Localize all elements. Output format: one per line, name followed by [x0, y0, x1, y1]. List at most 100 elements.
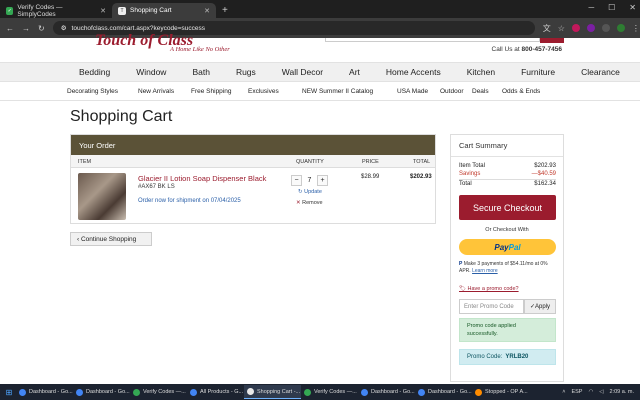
taskbar-item[interactable]: Dashboard - Go... [73, 385, 130, 399]
extension-icon[interactable] [601, 24, 610, 32]
menu-icon[interactable]: ⋮ [632, 24, 640, 33]
taskbar-item-label: Dashboard - Go... [29, 389, 73, 395]
product-image[interactable] [78, 173, 126, 220]
subnav-item[interactable]: Odds & Ends [502, 88, 540, 95]
call-us: Call Us at 800-457-7456 [491, 46, 562, 53]
simplycodes-favicon-icon: ✓ [6, 6, 14, 15]
nav-item[interactable]: Window [136, 67, 166, 77]
apply-button[interactable]: ✓ Apply [524, 299, 556, 314]
tab-close-icon[interactable]: ✕ [204, 7, 210, 15]
column-header-total: TOTAL [413, 159, 431, 165]
tag-icon: 🏷 [459, 286, 466, 292]
subnav-item[interactable]: USA Made [397, 88, 428, 95]
phone-number: 800-457-7456 [521, 46, 562, 53]
bookmark-star-icon[interactable]: ☆ [558, 24, 565, 33]
taskbar-item[interactable]: Stopped - OP A... [472, 385, 529, 399]
nav-item[interactable]: Furniture [521, 67, 555, 77]
subnav-item[interactable]: Outdoor [440, 88, 464, 95]
extension-icon[interactable] [586, 24, 595, 32]
unit-price: $28.99 [361, 174, 380, 180]
taskbar-item[interactable]: Verify Codes —... [130, 385, 187, 399]
nav-item[interactable]: Wall Decor [282, 67, 323, 77]
subnav-item[interactable]: Decorating Styles [67, 88, 118, 95]
item-total-value: $202.93 [534, 163, 556, 169]
taskbar-item-label: Shopping Cart -... [257, 388, 301, 395]
speaker-icon[interactable]: ◁ [599, 389, 603, 395]
profile-avatar-icon[interactable] [616, 24, 625, 32]
learn-more-link[interactable]: Learn more [472, 268, 498, 274]
update-label: Update [304, 189, 322, 195]
chrome-icon [76, 388, 83, 396]
forward-icon[interactable]: → [22, 24, 30, 33]
nav-item[interactable]: Clearance [581, 67, 620, 77]
browser-tab-bar: ✓ Verify Codes — SimplyCodes ✕ T Shoppin… [0, 0, 640, 18]
total-label: Total [459, 181, 472, 187]
divider [451, 156, 563, 157]
taskbar-item[interactable]: Dashboard - Go... [358, 385, 415, 399]
main-nav: Bedding Window Bath Rugs Wall Decor Art … [0, 62, 640, 82]
subnav-item[interactable]: Deals [472, 88, 489, 95]
close-window-icon[interactable]: ✕ [629, 3, 636, 12]
quantity-decrease-button[interactable]: − [291, 175, 302, 186]
product-sku: #AX67 BK LS [138, 184, 175, 190]
chrome-icon [247, 388, 254, 395]
nav-item[interactable]: Home Accents [386, 67, 441, 77]
paypal-logo-icon: P [459, 261, 463, 267]
site-info-icon[interactable]: ⚙ [61, 24, 67, 32]
savings-label: Savings [459, 171, 481, 177]
taskbar-item[interactable]: Verify Codes —... [301, 385, 358, 399]
wifi-icon[interactable]: ◠ [588, 389, 593, 395]
taskbar-item-label: Dashboard - Go... [86, 389, 130, 395]
system-tray: ˄ ESP ◠ ◁ 2:09 a. m. [562, 389, 640, 395]
windows-start-icon[interactable]: ⊞ [2, 385, 16, 399]
chevron-up-icon[interactable]: ˄ [562, 389, 565, 395]
site-search-input[interactable] [325, 38, 540, 42]
back-icon[interactable]: ← [6, 24, 14, 33]
tab-close-icon[interactable]: ✕ [100, 7, 106, 15]
paypal-installments-note: P Make 3 payments of $54.11/mo at 0% APR… [459, 261, 559, 275]
nav-item[interactable]: Art [349, 67, 360, 77]
site-search-button[interactable] [540, 38, 564, 43]
clock[interactable]: 2:09 a. m. [610, 389, 634, 395]
taskbar-item[interactable]: Dashboard - Go... [415, 385, 472, 399]
nav-item[interactable]: Kitchen [467, 67, 495, 77]
nav-item[interactable]: Bedding [79, 67, 110, 77]
chrome-icon [19, 388, 26, 396]
paypal-button[interactable]: Pay Pal [459, 239, 556, 255]
update-link[interactable]: ↻ Update [298, 189, 322, 195]
extension-icon[interactable] [571, 24, 580, 32]
continue-shopping-button[interactable]: ‹ Continue Shopping [70, 232, 152, 246]
taskbar-item[interactable]: All Products - G... [187, 385, 244, 399]
subnav-item[interactable]: New Arrivals [138, 88, 174, 95]
language-indicator[interactable]: ESP [571, 389, 582, 395]
quantity-input[interactable]: 7 [304, 175, 315, 186]
minimize-icon[interactable]: ─ [588, 3, 594, 12]
subnav-item[interactable]: NEW Summer II Catalog [302, 88, 373, 95]
browser-tab-verify-codes[interactable]: ✓ Verify Codes — SimplyCodes ✕ [0, 3, 112, 18]
new-tab-button[interactable]: + [222, 3, 228, 18]
maximize-icon[interactable]: ☐ [608, 3, 615, 12]
nav-item[interactable]: Rugs [236, 67, 256, 77]
column-header-price: PRICE [362, 159, 379, 165]
translate-icon[interactable]: 文 [543, 23, 551, 34]
remove-x-icon: ✕ [296, 200, 301, 206]
reload-icon[interactable]: ↻ [38, 24, 45, 33]
subnav-item[interactable]: Exclusives [248, 88, 279, 95]
quantity-increase-button[interactable]: + [317, 175, 328, 186]
product-name-link[interactable]: Glacier II Lotion Soap Dispenser Black [138, 174, 266, 183]
browser-tab-shopping-cart[interactable]: T Shopping Cart ✕ [112, 3, 216, 18]
secure-checkout-button[interactable]: Secure Checkout [459, 195, 556, 220]
have-promo-code-link[interactable]: 🏷 Have a promo code? [459, 286, 519, 292]
subnav-item[interactable]: Free Shipping [191, 88, 231, 95]
promo-code-input[interactable]: Enter Promo Code [459, 299, 524, 314]
cart-summary-title: Cart Summary [459, 141, 508, 150]
total-row: Total $162.34 [459, 179, 556, 187]
refresh-icon: ↻ [298, 189, 303, 195]
nav-item[interactable]: Bath [192, 67, 210, 77]
taskbar-item[interactable]: Dashboard - Go... [16, 385, 73, 399]
taskbar-item-active[interactable]: Shopping Cart -... [244, 385, 301, 399]
or-checkout-with: Or Checkout With [485, 227, 529, 233]
windows-taskbar: ⊞ Dashboard - Go... Dashboard - Go... Ve… [0, 384, 640, 400]
window-controls: ─ ☐ ✕ [588, 3, 636, 12]
remove-link[interactable]: ✕ Remove [296, 200, 323, 206]
